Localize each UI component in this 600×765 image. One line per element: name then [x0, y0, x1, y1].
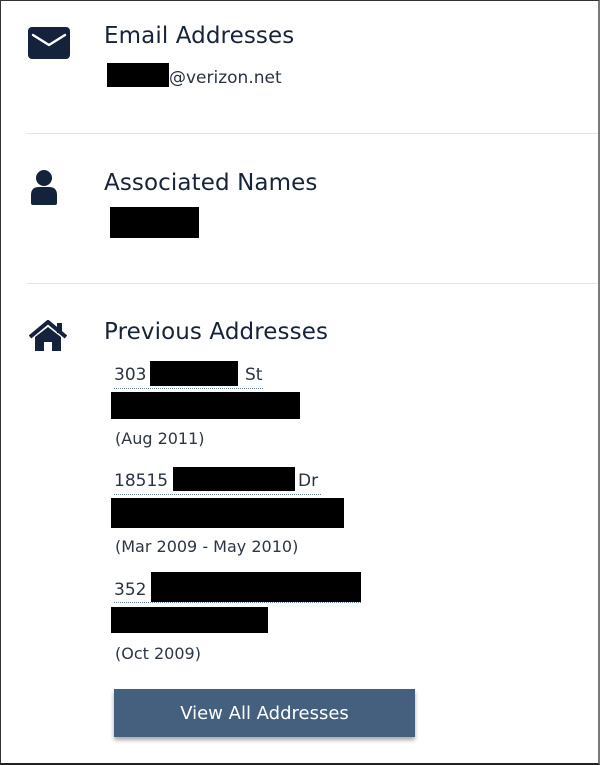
redacted-city-line — [111, 498, 344, 528]
redacted-street-name — [150, 361, 238, 386]
address-link-underline — [114, 602, 361, 603]
email-domain: @verizon.net — [169, 68, 282, 88]
redacted-city-line — [111, 607, 268, 633]
email-section: Email Addresses @verizon.net — [1, 1, 599, 134]
envelope-icon — [27, 26, 71, 62]
associated-names-section-title: Associated Names — [104, 170, 318, 196]
results-panel: Email Addresses @verizon.net Associated … — [0, 0, 600, 765]
address-street-number[interactable]: 352 — [114, 580, 146, 600]
address-street-suffix[interactable]: St — [245, 365, 262, 385]
associated-names-section: Associated Names — [1, 134, 599, 284]
redacted-street-name — [173, 467, 295, 491]
address-street-suffix[interactable]: Dr — [298, 471, 318, 491]
home-icon — [29, 320, 67, 356]
address-link-underline — [114, 388, 263, 389]
address-street-number[interactable]: 303 — [114, 365, 146, 385]
email-section-title: Email Addresses — [104, 23, 295, 49]
view-all-addresses-button[interactable]: View All Addresses — [114, 689, 415, 737]
redacted-city-line — [111, 392, 300, 419]
address-dates: (Aug 2011) — [115, 429, 205, 448]
redacted-associated-name — [110, 207, 199, 238]
address-street-number[interactable]: 18515 — [114, 471, 168, 491]
address-link-underline — [114, 494, 321, 495]
previous-addresses-section-title: Previous Addresses — [104, 319, 329, 345]
user-icon — [29, 169, 61, 205]
redacted-email-local-part — [107, 63, 169, 87]
redacted-street-name — [151, 572, 361, 602]
address-dates: (Oct 2009) — [115, 644, 201, 663]
address-dates: (Mar 2009 - May 2010) — [115, 537, 299, 556]
